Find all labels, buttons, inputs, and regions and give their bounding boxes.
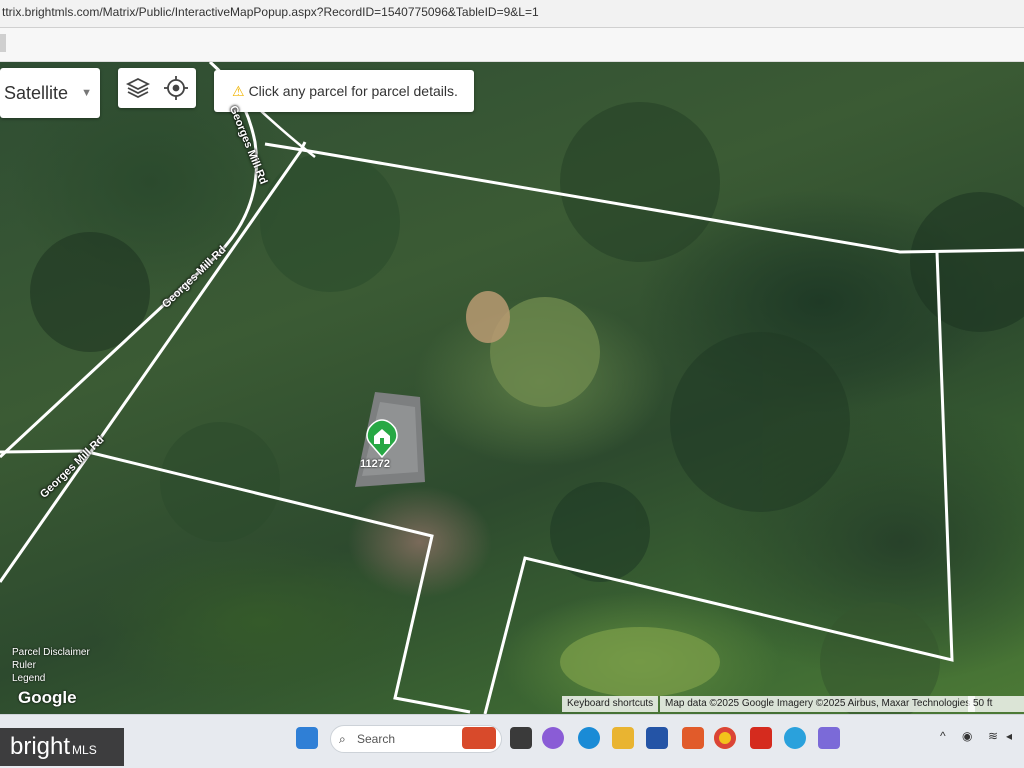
file-explorer-icon[interactable]: [612, 727, 634, 749]
parcel-hint: ⚠ Click any parcel for parcel details.: [214, 70, 474, 112]
telegram-icon[interactable]: [784, 727, 806, 749]
google-logo: Google: [18, 688, 77, 707]
parcel-disclaimer-link[interactable]: Parcel Disclaimer: [12, 646, 90, 659]
satellite-map[interactable]: Satellite ▼ ⚠ Click any parcel for parcel…: [0, 62, 1024, 714]
tab-strip: [0, 28, 1024, 62]
taskbar: ⌕ Search ^ ◉ ≋ ◂: [0, 714, 1024, 768]
copilot-icon[interactable]: [542, 727, 564, 749]
scale-bar[interactable]: 50 ft: [968, 696, 1024, 712]
chevron-down-icon: ▼: [81, 87, 92, 99]
widget-icon[interactable]: [462, 727, 496, 749]
brave-icon[interactable]: [682, 727, 704, 749]
store-icon[interactable]: [646, 727, 668, 749]
tray-chevron-icon[interactable]: ^: [940, 729, 946, 743]
map-type-select[interactable]: Satellite ▼: [0, 68, 100, 118]
vpn-icon[interactable]: [818, 727, 840, 749]
search-icon: ⌕: [339, 732, 346, 746]
brightmls-watermark: bright MLS: [0, 728, 124, 766]
keyboard-shortcuts-link[interactable]: Keyboard shortcuts: [562, 696, 659, 712]
map-attribution: Map data ©2025 Google Imagery ©2025 Airb…: [660, 696, 976, 712]
legend-link[interactable]: Legend: [12, 672, 90, 685]
tray-app-icon[interactable]: ◉: [962, 729, 972, 743]
task-view-icon[interactable]: [510, 727, 532, 749]
pin-label: 11272: [360, 458, 390, 470]
chrome-icon[interactable]: [714, 727, 736, 749]
wifi-icon[interactable]: ≋: [988, 729, 998, 743]
map-overlay: [0, 62, 1024, 714]
search-placeholder: Search: [357, 732, 396, 746]
ruler-link[interactable]: Ruler: [12, 659, 90, 672]
map-type-value: Satellite: [4, 83, 69, 103]
warning-icon: ⚠: [232, 83, 245, 99]
edge-icon[interactable]: [578, 727, 600, 749]
tree-canopy: [30, 102, 1024, 714]
tab-edge: [0, 34, 6, 52]
layers-icon[interactable]: [124, 74, 152, 102]
hint-text: Click any parcel for parcel details.: [248, 83, 458, 99]
watermark-mls: MLS: [72, 743, 97, 757]
map-tools: [118, 68, 196, 108]
map-links: Parcel Disclaimer Ruler Legend: [12, 646, 90, 685]
home-pin-icon[interactable]: [365, 418, 399, 459]
acrobat-icon[interactable]: [750, 727, 772, 749]
address-bar[interactable]: ttrix.brightmls.com/Matrix/Public/Intera…: [0, 0, 1024, 28]
volume-icon[interactable]: ◂: [1006, 729, 1012, 743]
watermark-bright: bright: [10, 733, 71, 760]
target-icon[interactable]: [162, 74, 190, 102]
windows-start-icon[interactable]: [296, 727, 318, 749]
